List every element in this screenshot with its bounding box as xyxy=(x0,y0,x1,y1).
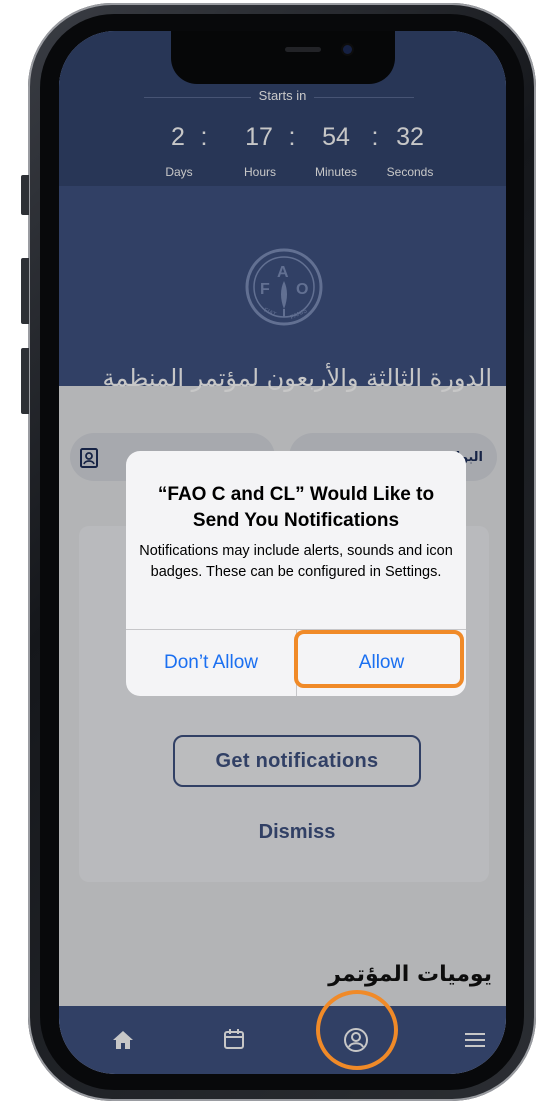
dont-allow-button[interactable]: Don’t Allow xyxy=(126,630,296,696)
app-screen: Starts in 2 : 17 : 54 : 32 Days Hours Mi… xyxy=(59,31,506,1074)
profile-highlight-ring xyxy=(316,990,398,1070)
volume-down-button xyxy=(21,348,29,414)
volume-up-button xyxy=(21,258,29,324)
alert-message: Notifications may include alerts, sounds… xyxy=(139,543,453,580)
alert-title: “FAO C and CL” Would Like to Send You No… xyxy=(157,484,435,531)
silent-switch xyxy=(21,175,29,215)
allow-highlight-ring xyxy=(294,630,464,688)
